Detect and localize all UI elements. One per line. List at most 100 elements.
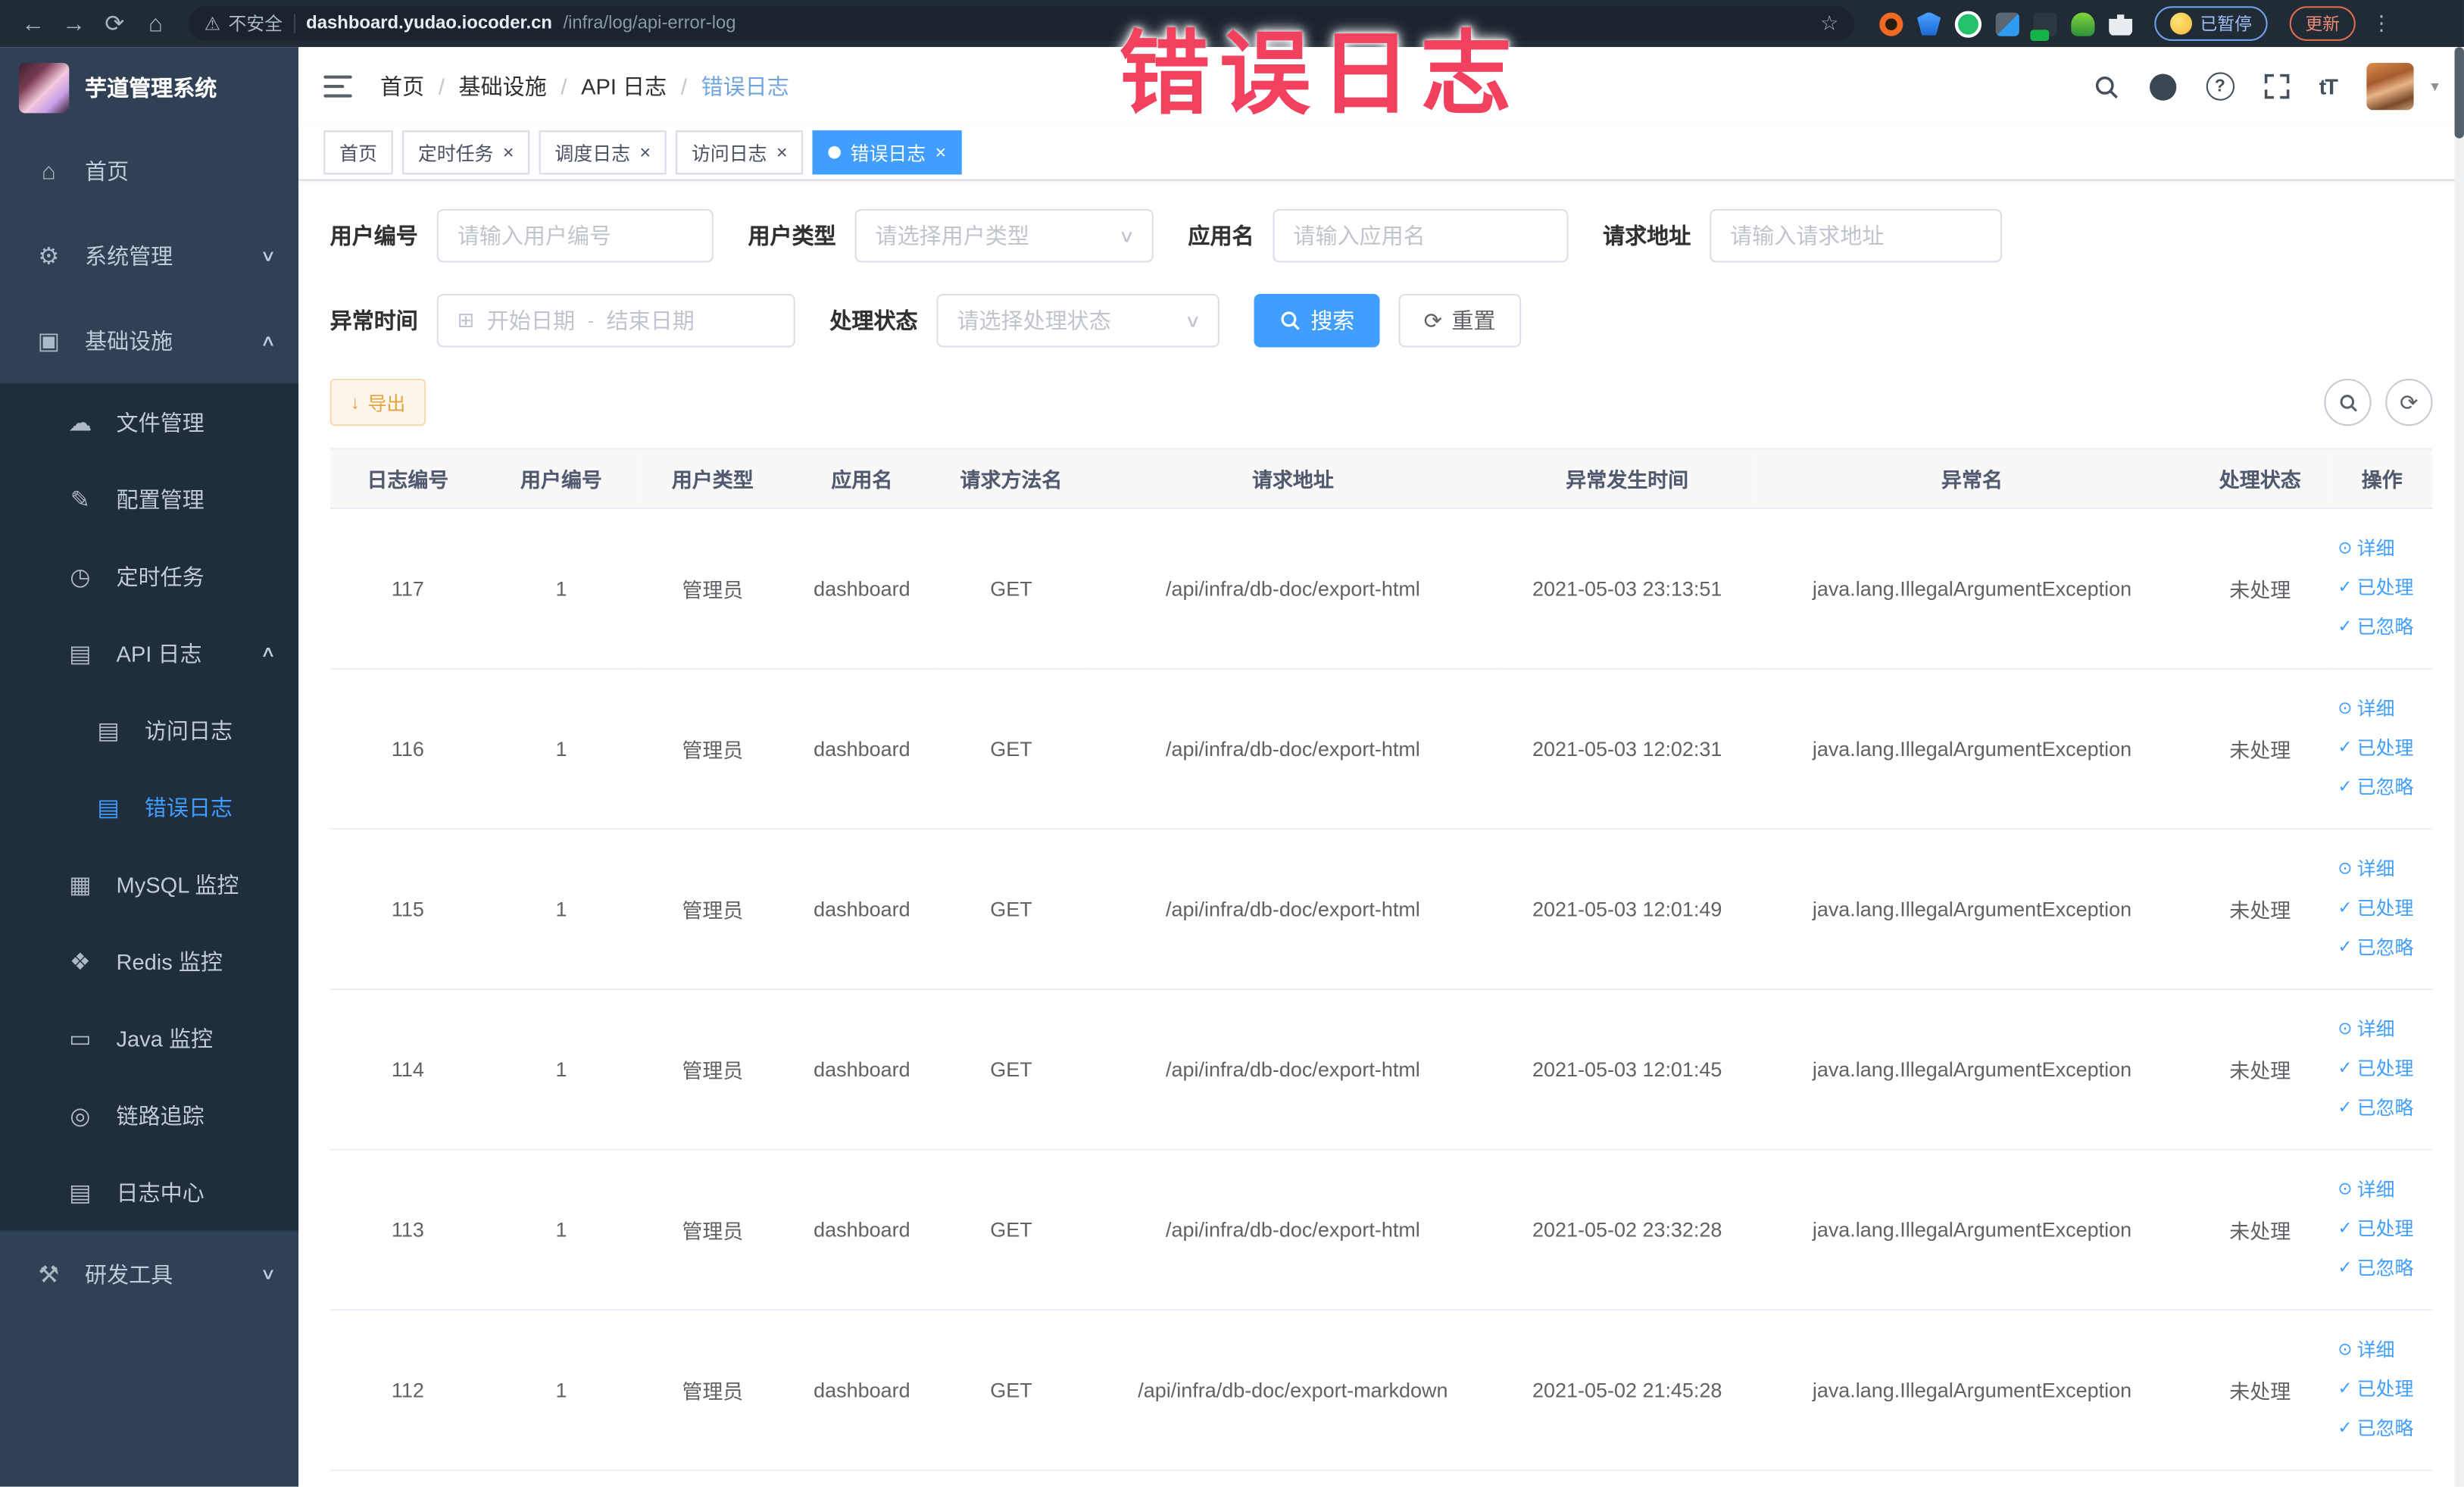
breadcrumb-api-logs[interactable]: API 日志 [581,70,667,102]
home-icon[interactable]: ⌂ [139,10,173,36]
forward-icon[interactable]: → [57,10,92,36]
processed-link[interactable]: ✓ 已处理 [2338,1370,2426,1410]
sidebar-item-access-log[interactable]: ▤ 访问日志 [0,692,298,769]
extension-icon-grid[interactable] [1995,11,2019,36]
cell-exception-name: java.lang.IllegalArgumentException [1755,989,2189,1151]
divider [293,14,295,33]
export-button[interactable]: ↓ 导出 [329,378,426,426]
scrollbar-thumb[interactable] [2454,47,2464,139]
tab-scheduled-tasks[interactable]: 定时任务 × [402,130,530,175]
sidebar-item-infrastructure[interactable]: ▣ 基础设施 ∧ [0,298,298,383]
sidebar-item-system-management[interactable]: ⚙ 系统管理 ∨ [0,214,298,298]
processed-link[interactable]: ✓ 已处理 [2338,1210,2426,1249]
processed-link[interactable]: ✓ 已处理 [2338,889,2426,929]
back-icon[interactable]: ← [16,10,51,36]
check-icon: ✓ [2338,578,2353,598]
reset-button[interactable]: ⟳ 重置 [1398,293,1521,348]
sidebar-item-java-monitor[interactable]: ▭ Java 监控 [0,999,298,1076]
sidebar-item-home[interactable]: ⌂ 首页 [0,129,298,214]
detail-link[interactable]: ⊙ 详细 [2338,1171,2426,1211]
ignored-link[interactable]: ✓ 已忽略 [2338,1249,2426,1289]
font-size-icon[interactable]: tT [2319,74,2338,99]
exception-time-range-picker[interactable]: ⊞ 开始日期 - 结束日期 [436,293,795,348]
detail-link[interactable]: ⊙ 详细 [2338,850,2426,889]
processed-link[interactable]: ✓ 已处理 [2338,729,2426,769]
browser-menu-icon[interactable]: ⋮ [2372,11,2392,36]
detail-link[interactable]: ⊙ 详细 [2338,1331,2426,1370]
cell-request-url: /api/infra/db-doc/export-html [1086,989,1499,1151]
detail-link[interactable]: ⊙ 详细 [2338,690,2426,729]
hide-search-button[interactable] [2324,378,2372,426]
tab-access-log[interactable]: 访问日志 × [676,130,804,175]
process-status-select[interactable]: 请选择处理状态 ∨ [936,293,1220,348]
app-logo-row[interactable]: 芋道管理系统 [0,47,298,129]
breadcrumb-infrastructure[interactable]: 基础设施 [459,70,547,102]
ignored-link[interactable]: ✓ 已忽略 [2338,1089,2426,1129]
user-id-input[interactable] [436,208,714,263]
sidebar-item-trace[interactable]: ◎ 链路追踪 [0,1076,298,1154]
sidebar-collapse-icon[interactable] [323,75,352,98]
detail-link[interactable]: ⊙ 详细 [2338,1011,2426,1050]
github-icon[interactable] [2149,73,2176,100]
chevron-down-icon[interactable]: ▾ [2431,78,2438,95]
tab-error-log[interactable]: 错误日志 × [812,130,962,175]
sidebar-item-scheduled-tasks[interactable]: ◷ 定时任务 [0,538,298,615]
sidebar-item-dev-tools[interactable]: ⚒ 研发工具 ∨ [0,1230,299,1317]
search-button[interactable]: 搜索 [1254,293,1380,348]
detail-link[interactable]: ⊙ 详细 [2338,530,2426,569]
sidebar-item-error-log[interactable]: ▤ 错误日志 [0,768,298,845]
address-bar[interactable]: ⚠ 不安全 dashboard.yudao.iocoder.cn /infra/… [188,6,1855,41]
document-icon: ▤ [97,717,120,745]
chevron-up-icon: ∧ [259,332,276,350]
ignored-link[interactable]: ✓ 已忽略 [2338,608,2426,648]
request-url-input[interactable] [1710,208,2003,263]
security-warning[interactable]: ⚠ 不安全 [205,11,283,36]
cell-user-type: 管理员 [636,829,789,990]
col-request-url: 请求地址 [1086,448,1499,510]
chrome-update-button[interactable]: 更新 [2289,6,2356,41]
close-icon[interactable]: × [935,143,947,162]
extension-icon-adblock[interactable] [1879,11,1903,36]
app-name-input[interactable] [1273,208,1569,263]
ignored-link[interactable]: ✓ 已忽略 [2338,1410,2426,1449]
sidebar-item-mysql-monitor[interactable]: ▦ MySQL 监控 [0,845,298,923]
extension-icon-on-badge[interactable] [2030,11,2057,40]
table-row: 114 1 管理员 dashboard GET /api/infra/db-do… [329,989,2433,1151]
tab-home[interactable]: 首页 [323,130,393,175]
bookmark-star-icon[interactable]: ☆ [1820,11,1838,36]
sidebar-item-log-center[interactable]: ▤ 日志中心 [0,1154,298,1231]
sidebar-item-redis-monitor[interactable]: ❖ Redis 监控 [0,923,298,1000]
ignored-link[interactable]: ✓ 已忽略 [2338,768,2426,808]
sidebar-item-config-management[interactable]: ✎ 配置管理 [0,461,298,538]
ignored-link[interactable]: ✓ 已忽略 [2338,929,2426,968]
fullscreen-icon[interactable] [2264,73,2289,99]
extension-icon-puzzle[interactable] [2109,14,2133,36]
search-icon[interactable] [2093,73,2119,99]
extension-icon-leaf[interactable] [2071,11,2095,36]
cell-method: GET [935,829,1087,990]
avatar[interactable] [2366,62,2414,111]
reload-icon[interactable]: ⟳ [98,9,133,38]
cell-user-id: 1 [486,668,637,830]
processed-link[interactable]: ✓ 已处理 [2338,569,2426,608]
extension-icon-shield[interactable] [1917,11,1941,36]
user-type-select[interactable]: 请选择用户类型 ∨ [854,208,1154,263]
check-icon: ✓ [2338,898,2353,918]
close-icon[interactable]: × [776,143,788,162]
breadcrumb-home[interactable]: 首页 [380,70,424,102]
extension-icon-green-v[interactable] [1954,10,1982,37]
tab-schedule-log[interactable]: 调度日志 × [539,130,667,175]
refresh-button[interactable]: ⟳ [2385,378,2433,426]
profile-paused-badge[interactable]: 已暂停 [2154,6,2268,41]
table-row: 117 1 管理员 dashboard GET /api/infra/db-do… [329,508,2433,670]
cell-request-url: /api/infra/db-doc/export-html [1086,668,1499,830]
user-type-label: 用户类型 [748,223,836,248]
sidebar-item-api-logs[interactable]: ▤ API 日志 ∧ [0,614,298,692]
processed-link[interactable]: ✓ 已处理 [2338,1050,2426,1089]
close-icon[interactable]: × [503,143,514,162]
sidebar-item-file-management[interactable]: ☁ 文件管理 [0,383,298,461]
help-icon[interactable]: ? [2206,72,2234,101]
close-icon[interactable]: × [639,143,651,162]
table-row: 113 1 管理员 dashboard GET /api/infra/db-do… [329,1149,2433,1311]
document-icon: ▤ [69,1179,92,1207]
